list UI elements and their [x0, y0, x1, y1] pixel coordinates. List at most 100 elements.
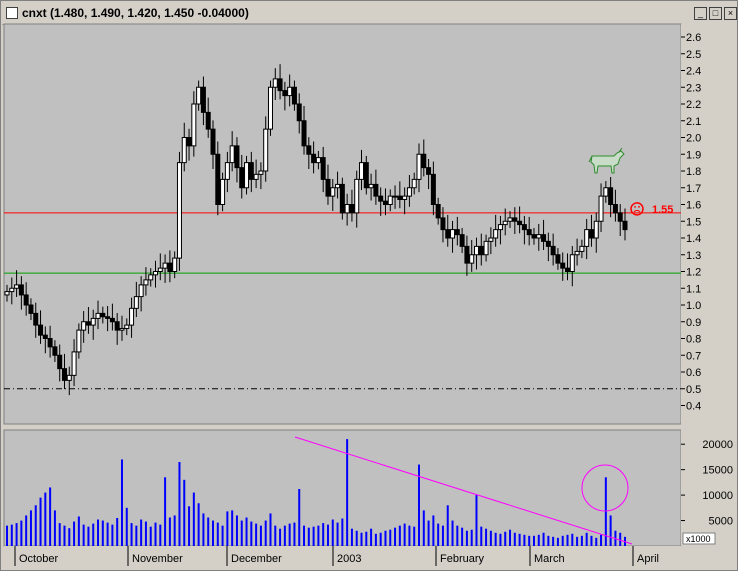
volume-tick-label: 20000 [702, 439, 733, 451]
candle-body [426, 167, 432, 175]
price-tick-label: 1.2 [686, 267, 701, 279]
volume-bar [245, 517, 248, 546]
candle-body [61, 368, 67, 381]
volume-bar [427, 520, 430, 546]
volume-bar [590, 535, 593, 546]
candle-body [234, 145, 240, 169]
candle-body [565, 267, 571, 272]
candle-body [95, 312, 101, 319]
candle-body [536, 234, 542, 239]
volume-bar [432, 515, 435, 546]
volume-bar [283, 525, 286, 546]
volume-bar [207, 517, 210, 546]
volume-bar [135, 525, 138, 546]
volume-bar [15, 523, 18, 546]
candle-body [330, 187, 336, 197]
volume-bar [580, 535, 583, 546]
volume-bar [537, 534, 540, 546]
price-tick-label: 0.8 [686, 334, 701, 346]
candle-body [325, 178, 331, 197]
volume-bar [480, 526, 483, 546]
candle-body [291, 86, 297, 105]
candle-body [124, 324, 130, 329]
candle-body [378, 195, 384, 202]
candle-body [454, 229, 460, 236]
price-tick-label: 0.6 [686, 367, 701, 379]
volume-bar [317, 525, 320, 546]
candle-body [167, 262, 173, 272]
candle-body [368, 183, 374, 189]
volume-bar [125, 507, 128, 546]
candle-body [382, 200, 388, 205]
volume-bar [73, 521, 76, 546]
volume-bar [49, 487, 52, 546]
candle-body [440, 217, 446, 231]
candle-body [186, 137, 192, 147]
candle-body [387, 195, 393, 205]
candle-body [258, 170, 264, 175]
candle-body [239, 167, 245, 189]
candle-body [397, 195, 403, 200]
candle-body [57, 354, 63, 370]
candle-body [493, 229, 499, 239]
candle-body [354, 178, 360, 214]
volume-bar [212, 520, 214, 546]
candle-body [272, 78, 278, 88]
volume-bar [92, 523, 95, 546]
price-tick-label: 1.6 [686, 200, 701, 212]
candle-body [445, 229, 451, 239]
volume-bar [441, 525, 444, 546]
volume-bar [566, 534, 569, 546]
volume-bar [446, 505, 449, 546]
time-label: October [19, 553, 58, 565]
candle-body [301, 120, 307, 147]
candle-body [196, 86, 202, 105]
candle-body [47, 338, 53, 348]
candle-body [435, 204, 441, 219]
volume-bar [178, 462, 181, 546]
price-tick-label: 1.4 [686, 233, 701, 245]
volume-bar [609, 515, 612, 546]
price-tick-label: 1.7 [686, 183, 701, 195]
candle-body [114, 321, 120, 331]
volume-bar [331, 519, 334, 546]
price-tick-label: 1.1 [686, 283, 701, 295]
candle-body [105, 316, 111, 319]
volume-bar [20, 520, 23, 546]
candle-body [76, 329, 82, 353]
candle-body [335, 183, 341, 189]
volume-bar [298, 488, 301, 546]
candle-body [253, 173, 259, 180]
candle-body [181, 137, 187, 164]
time-label: 2003 [337, 553, 361, 565]
volume-bar [235, 515, 238, 546]
price-tick-label: 1.3 [686, 250, 701, 262]
candle-body [14, 284, 20, 289]
volume-bar [413, 526, 416, 546]
volume-bar [288, 523, 291, 546]
price-tick-label: 2.1 [686, 116, 701, 128]
volume-bar [465, 530, 468, 546]
candle-body [612, 204, 618, 214]
candle-body [603, 187, 609, 197]
volume-bar [192, 492, 195, 546]
volume-bar [53, 510, 56, 546]
volume-bar [34, 505, 37, 546]
volume-bar [394, 527, 397, 546]
volume-bar [408, 525, 411, 546]
candle-body [593, 220, 599, 239]
candle-body [229, 145, 235, 164]
price-tick-label: 1.9 [686, 149, 701, 161]
volume-bar [159, 524, 162, 546]
price-panel [3, 23, 682, 425]
candle-body [210, 128, 216, 155]
volume-bar [556, 537, 559, 546]
volume-bar [144, 521, 147, 546]
candle-body [38, 324, 44, 336]
volume-bar [197, 503, 200, 546]
volume-bar [87, 526, 90, 546]
volume-bar [168, 517, 171, 546]
volume-bar [365, 531, 368, 546]
candle-body [339, 183, 345, 214]
candle-body [248, 162, 254, 180]
